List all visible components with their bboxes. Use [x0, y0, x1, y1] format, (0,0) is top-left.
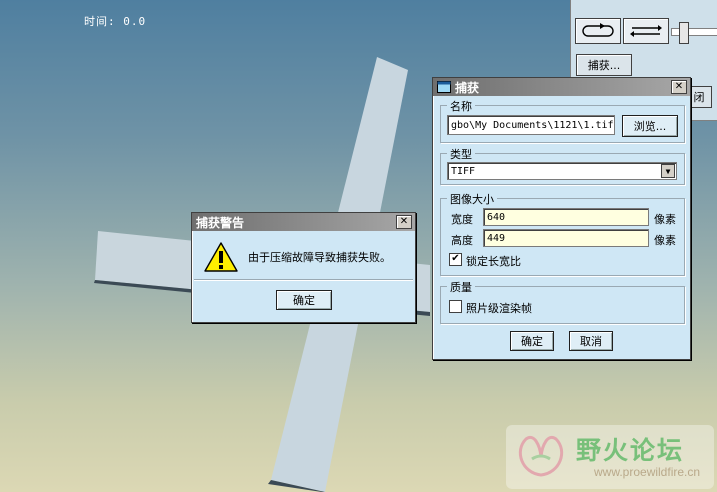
image-size-group-label: 图像大小 [447, 191, 497, 207]
photo-render-label: 照片级渲染帧 [466, 302, 532, 315]
watermark-url: www.proewildfire.cn [594, 465, 701, 479]
capture-dialog-close-button[interactable]: ✕ [671, 80, 687, 94]
name-group-label: 名称 [447, 98, 475, 114]
warning-dialog-title-bar[interactable]: 捕获警告 ✕ [192, 213, 415, 231]
image-size-group: 图像大小 宽度 640 像素 高度 449 像素 ✔ 锁定长宽比 [440, 191, 685, 276]
time-label: 时间: 0.0 [84, 15, 147, 28]
type-group-label: 类型 [447, 146, 475, 162]
type-select[interactable]: TIFF ▼ [447, 162, 677, 180]
window-icon [437, 81, 451, 93]
bounce-playback-button[interactable] [623, 18, 669, 44]
warning-dialog-title: 捕获警告 [196, 215, 245, 230]
lock-aspect-label: 锁定长宽比 [466, 255, 521, 268]
warning-ok-button[interactable]: 确定 [276, 290, 332, 310]
divider [194, 279, 413, 281]
close-icon: ✕ [674, 81, 684, 92]
height-input[interactable]: 449 [483, 229, 649, 247]
quality-group: 质量 照片级渲染帧 [440, 279, 685, 324]
width-input[interactable]: 640 [483, 208, 649, 226]
speed-slider-thumb[interactable] [679, 22, 689, 44]
photo-render-checkbox[interactable] [449, 300, 462, 313]
capture-ok-button[interactable]: 确定 [510, 331, 554, 351]
width-unit: 像素 [654, 213, 676, 226]
warning-dialog-close-button[interactable]: ✕ [396, 215, 412, 229]
watermark-title: 野火论坛 [576, 436, 685, 465]
capture-dialog-title-bar[interactable]: 捕获 ✕ [433, 78, 690, 96]
type-select-value: TIFF [451, 165, 476, 177]
warning-icon [204, 242, 238, 272]
lock-aspect-checkbox[interactable]: ✔ [449, 253, 462, 266]
checkmark-icon: ✔ [451, 253, 460, 264]
height-label: 高度 [451, 234, 473, 247]
type-group: 类型 TIFF ▼ [440, 146, 685, 185]
speed-slider-track[interactable] [671, 28, 717, 36]
chevron-down-icon[interactable]: ▼ [661, 164, 675, 178]
file-path-input[interactable]: gbo\My Documents\1121\1.tif [447, 115, 615, 135]
width-label: 宽度 [451, 213, 473, 226]
loop-icon [582, 23, 614, 37]
capture-warning-dialog: 捕获警告 ✕ 由于压缩故障导致捕获失败。 确定 [191, 212, 416, 323]
height-unit: 像素 [654, 234, 676, 247]
capture-cancel-button[interactable]: 取消 [569, 331, 613, 351]
name-group: 名称 gbo\My Documents\1121\1.tif 浏览... [440, 98, 685, 143]
forum-watermark: 野火论坛 www.proewildfire.cn [506, 425, 714, 489]
close-icon: ✕ [399, 216, 409, 227]
browse-button[interactable]: 浏览... [622, 115, 678, 137]
quality-group-label: 质量 [447, 279, 475, 295]
warning-message: 由于压缩故障导致捕获失败。 [248, 251, 391, 264]
capture-dialog-title: 捕获 [455, 80, 480, 95]
capture-toolbar-button[interactable]: 捕获... [576, 54, 632, 76]
bounce-arrows-icon [630, 25, 662, 37]
loop-playback-button[interactable] [575, 18, 621, 44]
capture-dialog: 捕获 ✕ 名称 gbo\My Documents\1121\1.tif 浏览..… [432, 77, 691, 360]
butterfly-logo-icon [518, 436, 564, 477]
